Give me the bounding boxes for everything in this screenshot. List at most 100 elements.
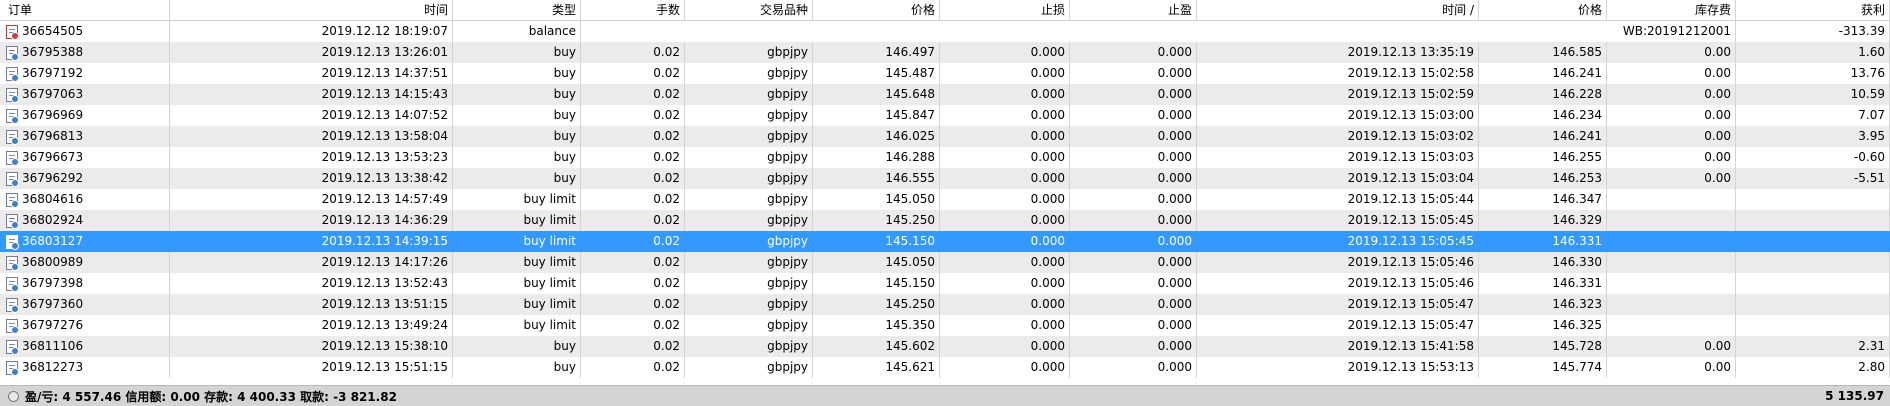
- open-time-cell: 2019.12.13 13:53:23: [170, 147, 453, 168]
- ticket-cell: 36802924: [0, 210, 170, 231]
- symbol-cell: gbpjpy: [685, 105, 813, 126]
- table-row[interactable]: 36797360 2019.12.13 13:51:15 buy limit 0.02…: [0, 294, 1890, 315]
- type-cell: buy limit: [453, 315, 581, 336]
- table-row[interactable]: 36797276 2019.12.13 13:49:24 buy limit 0.02…: [0, 315, 1890, 336]
- col-type-header[interactable]: 类型: [453, 0, 581, 21]
- profit-cell: [1736, 189, 1890, 210]
- table-row[interactable]: 36796673 2019.12.13 13:53:23 buy 0.02 gbpjpy…: [0, 147, 1890, 168]
- table-row[interactable]: 36795388 2019.12.13 13:26:01 buy 0.02 gbpjpy…: [0, 42, 1890, 63]
- table-row[interactable]: 36800989 2019.12.13 14:17:26 buy limit 0.02…: [0, 252, 1890, 273]
- open-time-cell: 2019.12.13 14:15:43: [170, 84, 453, 105]
- table-row[interactable]: 36811106 2019.12.13 15:38:10 buy 0.02 gbpjpy…: [0, 336, 1890, 357]
- col-swap-header[interactable]: 库存费: [1607, 0, 1736, 21]
- col-tp-header[interactable]: 止盈: [1070, 0, 1197, 21]
- order-document-icon: [6, 276, 19, 292]
- profit-cell: [1736, 315, 1890, 336]
- order-document-icon: [6, 129, 19, 145]
- table-row[interactable]: 36803127 2019.12.13 14:39:15 buy limit 0.02…: [0, 231, 1890, 252]
- type-cell: buy: [453, 42, 581, 63]
- col-lots-header[interactable]: 手数: [581, 0, 685, 21]
- sl-cell: 0.000: [940, 126, 1070, 147]
- order-document-icon: [6, 213, 19, 229]
- swap-cell: 0.00: [1607, 84, 1736, 105]
- table-row[interactable]: 36796292 2019.12.13 13:38:42 buy 0.02 gbpjpy…: [0, 168, 1890, 189]
- type-cell: buy limit: [453, 231, 581, 252]
- tp-cell: 0.000: [1070, 336, 1197, 357]
- price-cell: 145.621: [813, 357, 940, 378]
- swap-cell: 0.00: [1607, 147, 1736, 168]
- sl-cell: 0.000: [940, 189, 1070, 210]
- symbol-cell: gbpjpy: [685, 231, 813, 252]
- lots-cell: 0.02: [581, 294, 685, 315]
- col-sl-header[interactable]: 止损: [940, 0, 1070, 21]
- table-row[interactable]: 36802924 2019.12.13 14:36:29 buy limit 0.02…: [0, 210, 1890, 231]
- swap-cell: [1607, 315, 1736, 336]
- type-cell: buy: [453, 168, 581, 189]
- close-time-cell: 2019.12.13 15:03:04: [1197, 168, 1479, 189]
- order-document-icon: [6, 339, 19, 355]
- ticket-cell: 36797360: [0, 294, 170, 315]
- close-price-cell: 146.347: [1479, 189, 1607, 210]
- table-row[interactable]: 36797398 2019.12.13 13:52:43 buy limit 0.02…: [0, 273, 1890, 294]
- profit-cell: 1.60: [1736, 42, 1890, 63]
- table-row[interactable]: 36797192 2019.12.13 14:37:51 buy 0.02 gbpjpy…: [0, 63, 1890, 84]
- open-time-cell: 2019.12.13 13:52:43: [170, 273, 453, 294]
- symbol-cell: gbpjpy: [685, 126, 813, 147]
- swap-cell: [1607, 231, 1736, 252]
- order-document-icon: [6, 87, 19, 103]
- price-cell: 145.350: [813, 315, 940, 336]
- profit-cell: [1736, 231, 1890, 252]
- symbol-cell: gbpjpy: [685, 168, 813, 189]
- symbol-cell: gbpjpy: [685, 42, 813, 63]
- open-time-cell: 2019.12.13 15:38:10: [170, 336, 453, 357]
- col-price-header[interactable]: 价格: [813, 0, 940, 21]
- col-symbol-header[interactable]: 交易品种: [685, 0, 813, 21]
- table-row[interactable]: 36804616 2019.12.13 14:57:49 buy limit 0.02…: [0, 189, 1890, 210]
- price-cell: 145.250: [813, 210, 940, 231]
- close-time-cell: 2019.12.13 15:05:47: [1197, 315, 1479, 336]
- col-profit-header[interactable]: 获利: [1736, 0, 1890, 21]
- balance-row[interactable]: 36654505 2019.12.12 18:19:07 balance WB:…: [0, 21, 1890, 42]
- tp-cell: 0.000: [1070, 189, 1197, 210]
- table-row[interactable]: 36812273 2019.12.13 15:51:15 buy 0.02 gbpjpy…: [0, 357, 1890, 378]
- lots-cell: 0.02: [581, 147, 685, 168]
- profit-cell: 2.80: [1736, 357, 1890, 378]
- col-close-price-header[interactable]: 价格: [1479, 0, 1607, 21]
- open-time-cell: 2019.12.13 13:49:24: [170, 315, 453, 336]
- price-cell: 145.250: [813, 294, 940, 315]
- swap-cell: 0.00: [1607, 336, 1736, 357]
- close-time-cell: 2019.12.13 15:05:47: [1197, 294, 1479, 315]
- price-cell: 145.050: [813, 189, 940, 210]
- swap-cell: [1607, 294, 1736, 315]
- col-close-time-header[interactable]: 时间 /: [1197, 0, 1479, 21]
- table-row[interactable]: 36796813 2019.12.13 13:58:04 buy 0.02 gbpjpy…: [0, 126, 1890, 147]
- ticket-cell: 36796673: [0, 147, 170, 168]
- symbol-cell: gbpjpy: [685, 84, 813, 105]
- total-profit: 5 135.97: [1825, 389, 1884, 403]
- sl-cell: 0.000: [940, 231, 1070, 252]
- swap-cell: 0.00: [1607, 63, 1736, 84]
- close-time-cell: 2019.12.13 15:05:46: [1197, 273, 1479, 294]
- type-cell: buy: [453, 336, 581, 357]
- swap-cell: [1607, 210, 1736, 231]
- type-cell: buy limit: [453, 252, 581, 273]
- lots-cell: 0.02: [581, 357, 685, 378]
- col-ticket-header[interactable]: 订单: [0, 0, 170, 21]
- ticket-cell: 36797192: [0, 63, 170, 84]
- table-row[interactable]: 36797063 2019.12.13 14:15:43 buy 0.02 gbpjpy…: [0, 84, 1890, 105]
- tp-cell: 0.000: [1070, 168, 1197, 189]
- profit-cell: -0.60: [1736, 147, 1890, 168]
- close-time-cell: 2019.12.13 15:05:45: [1197, 210, 1479, 231]
- col-open-time-header[interactable]: 时间: [170, 0, 453, 21]
- swap-cell: [1607, 252, 1736, 273]
- ticket-cell: 36803127: [0, 231, 170, 252]
- ticket-cell: 36800989: [0, 252, 170, 273]
- sl-cell: 0.000: [940, 294, 1070, 315]
- table-row[interactable]: 36796969 2019.12.13 14:07:52 buy 0.02 gbpjpy…: [0, 105, 1890, 126]
- header-row: 订单 时间 类型 手数 交易品种 价格 止损 止盈 时间 / 价格 库存费 获利: [0, 0, 1890, 21]
- symbol-cell: gbpjpy: [685, 210, 813, 231]
- open-time-cell: 2019.12.13 14:07:52: [170, 105, 453, 126]
- symbol-cell: gbpjpy: [685, 147, 813, 168]
- close-price-cell: 145.728: [1479, 336, 1607, 357]
- price-cell: 145.602: [813, 336, 940, 357]
